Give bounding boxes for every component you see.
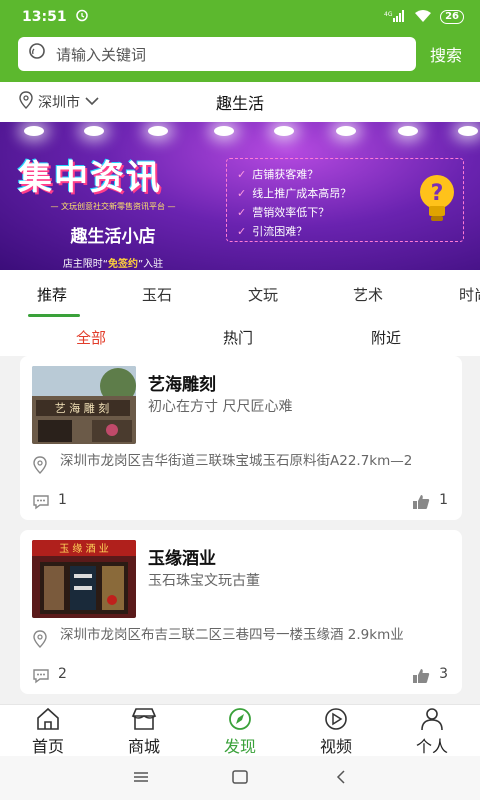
shop-thumbnail: 艺 海 雕 刻: [32, 366, 136, 444]
signal-icon: 4G: [384, 9, 406, 25]
thumbs-up-icon[interactable]: [412, 668, 430, 684]
tab-fashion[interactable]: 时尚: [459, 284, 480, 305]
tab-art[interactable]: 艺术: [353, 284, 383, 305]
check-icon: ✓: [237, 206, 247, 219]
comment-icon[interactable]: [32, 494, 50, 510]
tab-home[interactable]: 首页: [13, 707, 83, 757]
banner-shop-name: 趣生活小店: [70, 227, 156, 247]
category-tabs: 推荐 玉石 文玩 艺术 时尚: [0, 270, 480, 318]
thumbs-up-icon[interactable]: [412, 494, 430, 510]
shop-address: 深圳市龙岗区吉华街道三联珠宝城玉石原料街A22.7km—2: [60, 453, 413, 469]
promo-banner[interactable]: 集中资讯 — 文玩创意社交新零售资讯平台 — 趣生活小店 店主限时“免签约”入驻…: [0, 122, 480, 270]
tab-label: 首页: [31, 737, 64, 756]
city-selector[interactable]: 深圳市: [18, 91, 100, 113]
alarm-icon: [75, 8, 89, 26]
header: 13:51 4G 26 请输入关键词 搜索: [0, 0, 480, 82]
shop-slogan: 玉石珠宝文玩古董: [148, 573, 260, 589]
home-icon: [37, 707, 59, 730]
location-pin-icon: [33, 630, 47, 648]
back-icon[interactable]: [332, 770, 350, 784]
search-button[interactable]: 搜索: [430, 42, 462, 66]
tab-collectibles[interactable]: 文玩: [248, 284, 278, 305]
user-icon: [421, 708, 443, 731]
filter-hot[interactable]: 热门: [223, 327, 253, 348]
tab-video[interactable]: 视频: [301, 707, 371, 757]
svg-text:玉 缘 酒 业: 玉 缘 酒 业: [59, 542, 109, 555]
tab-jade[interactable]: 玉石: [142, 284, 172, 305]
check-icon: ✓: [237, 187, 247, 200]
status-time: 13:51: [22, 9, 67, 25]
search-placeholder: 请输入关键词: [56, 45, 147, 64]
comment-icon[interactable]: [32, 668, 50, 684]
filter-nearby[interactable]: 附近: [371, 327, 401, 348]
location-pin-icon: [18, 91, 34, 113]
system-nav-bar: [0, 756, 480, 800]
tab-mall[interactable]: 商城: [109, 707, 179, 757]
location-bar: 深圳市 趣生活: [0, 82, 480, 122]
status-bar: 13:51 4G 26: [0, 0, 480, 34]
menu-icon[interactable]: [132, 770, 150, 784]
like-count: 3: [439, 666, 448, 682]
banner-join-text: 店主限时“免签约”入驻: [62, 259, 164, 270]
shop-card[interactable]: 玉 缘 酒 业 玉缘酒业 玉石珠宝文玩古董 深圳市龙岗区布吉三联二区三巷四号一楼…: [20, 530, 462, 694]
svg-text:4G: 4G: [384, 11, 393, 18]
banner-title: 集中资讯: [18, 158, 162, 198]
search-icon: [28, 42, 48, 66]
comment-count: 2: [58, 666, 67, 682]
compass-icon: [229, 708, 251, 730]
tab-label: 商城: [127, 737, 160, 756]
svg-text:?: ?: [431, 181, 444, 206]
city-label: 深圳市: [38, 95, 80, 111]
filter-all[interactable]: 全部: [76, 327, 106, 348]
tab-recommend[interactable]: 推荐: [37, 284, 67, 305]
shop-name: 艺海雕刻: [148, 375, 216, 395]
home-button-icon[interactable]: [231, 770, 249, 784]
filter-bar: 全部 热门 附近: [0, 318, 480, 356]
shop-name: 玉缘酒业: [148, 549, 216, 569]
shop-list: 艺 海 雕 刻 艺海雕刻 初心在方寸 尺尺匠心难 深圳市龙岗区吉华街道三联珠宝城…: [0, 356, 480, 704]
tab-label: 视频: [319, 737, 352, 756]
svg-text:艺 海 雕 刻: 艺 海 雕 刻: [55, 401, 110, 415]
shop-card[interactable]: 艺 海 雕 刻 艺海雕刻 初心在方寸 尺尺匠心难 深圳市龙岗区吉华街道三联珠宝城…: [20, 356, 462, 520]
location-pin-icon: [33, 456, 47, 474]
shop-thumbnail: 玉 缘 酒 业: [32, 540, 136, 618]
battery-indicator: 26: [440, 10, 464, 24]
bottom-tab-bar: 首页 商城 发现 视频 个人: [0, 704, 480, 756]
lightbulb-icon: ?: [420, 175, 454, 221]
shop-icon: [131, 708, 157, 730]
banner-subtitle: — 文玩创意社交新零售资讯平台 —: [50, 202, 176, 211]
chevron-down-icon: [84, 94, 100, 110]
check-icon: ✓: [237, 225, 247, 238]
search-input[interactable]: 请输入关键词: [18, 37, 416, 71]
like-count: 1: [439, 492, 448, 508]
stage-lights: [0, 122, 480, 148]
tab-discover[interactable]: 发现: [205, 707, 275, 757]
shop-address: 深圳市龙岗区布吉三联二区三巷四号一楼玉缘酒 2.9km业: [60, 627, 404, 643]
tab-profile[interactable]: 个人: [397, 707, 467, 757]
wifi-icon: [414, 9, 432, 25]
active-tab-indicator: [28, 314, 80, 317]
shop-slogan: 初心在方寸 尺尺匠心难: [148, 399, 293, 415]
play-icon: [325, 708, 347, 730]
tab-label: 个人: [415, 737, 448, 756]
banner-question: ✓ 引流困难？: [237, 222, 453, 241]
comment-count: 1: [58, 492, 67, 508]
check-icon: ✓: [237, 168, 247, 181]
tab-label: 发现: [223, 737, 256, 756]
